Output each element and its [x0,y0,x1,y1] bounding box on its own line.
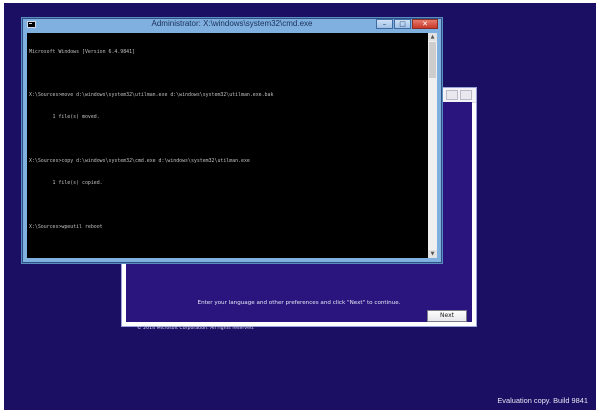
cmd-titlebar[interactable]: Administrator: X:\windows\system32\cmd.e… [22,18,442,32]
scroll-up-icon[interactable]: ▲ [428,33,437,41]
console-line: 1 file(s) moved. [29,114,100,121]
next-button[interactable]: Next [427,310,467,322]
console-line: X:\Sources>wpeutil reboot [29,223,103,230]
setup-copyright-text: © 2014 Microsoft Corporation. All rights… [137,326,255,331]
minimize-button[interactable]: – [376,19,393,29]
vertical-scrollbar[interactable]: ▲ ▼ [428,33,437,258]
console-line: Microsoft Windows [Version 6.4.9841] [29,48,135,55]
evaluation-watermark: Evaluation copy. Build 9841 [497,396,588,405]
console-output[interactable]: Microsoft Windows [Version 6.4.9841] X:\… [27,33,428,258]
close-button[interactable]: ✕ [412,19,438,29]
cmd-window-controls: – □ ✕ [376,19,438,29]
command-prompt-window[interactable]: Administrator: X:\windows\system32\cmd.e… [21,17,443,264]
scrollbar-thumb[interactable] [429,42,436,78]
setup-window-controls [446,90,472,100]
console-line: 1 file(s) copied. [29,179,103,186]
setup-close-icon[interactable] [460,90,472,100]
console-line: X:\Sources>copy d:\windows\system32\cmd.… [29,158,250,165]
setup-minimize-icon[interactable] [446,90,458,100]
desktop-background: Enter your language and other preference… [4,3,596,410]
setup-instruction-text: Enter your language and other preference… [197,300,401,306]
console-line: X:\Sources>move d:\windows\system32\util… [29,92,274,99]
console-lines: Microsoft Windows [Version 6.4.9841] X:\… [29,34,273,246]
maximize-button[interactable]: □ [394,19,411,29]
scroll-down-icon[interactable]: ▼ [428,250,437,258]
